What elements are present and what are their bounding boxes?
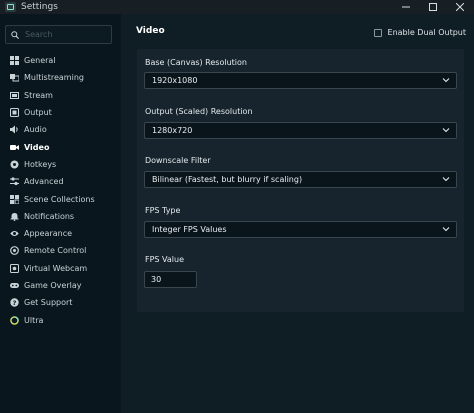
dual-output-toggle[interactable]: Enable Dual Output xyxy=(373,28,466,37)
output-icon xyxy=(10,108,19,118)
video-settings-card: Base (Canvas) Resolution 1920x1080 Outpu… xyxy=(137,49,464,312)
sidebar-item-scene-collections[interactable]: Scene Collections xyxy=(0,190,121,207)
base-resolution-select[interactable]: 1920x1080 xyxy=(144,72,457,89)
ultra-icon xyxy=(10,315,19,325)
sidebar-item-virtual-webcam[interactable]: Virtual Webcam xyxy=(0,260,121,277)
downscale-filter-select[interactable]: Bilinear (Fastest, but blurry if scaling… xyxy=(144,171,457,188)
search-input[interactable] xyxy=(25,30,105,39)
sidebar-item-label: Scene Collections xyxy=(24,194,95,204)
sidebar-item-label: Output xyxy=(24,108,52,118)
fps-type-label: FPS Type xyxy=(145,206,181,215)
sidebar-item-label: Audio xyxy=(24,125,47,135)
fps-value-label: FPS Value xyxy=(145,255,185,264)
title-bar: Settings xyxy=(0,0,474,14)
close-button[interactable] xyxy=(450,0,470,14)
maximize-button[interactable] xyxy=(423,0,443,14)
webcam-icon xyxy=(10,263,19,273)
chevron-down-icon xyxy=(442,77,450,83)
sidebar-item-label: Appearance xyxy=(24,229,73,239)
sidebar-item-label: Ultra xyxy=(24,315,44,325)
sidebar-item-label: Multistreaming xyxy=(24,73,84,83)
fps-value-input[interactable]: 30 xyxy=(144,271,197,288)
settings-sidebar: General Multistreaming Stream Output Aud… xyxy=(0,14,121,413)
sidebar-item-label: Video xyxy=(24,142,50,152)
output-resolution-select[interactable]: 1280x720 xyxy=(144,122,457,139)
sidebar-item-general[interactable]: General xyxy=(0,52,121,69)
collections-icon xyxy=(10,194,19,204)
dual-output-label: Enable Dual Output xyxy=(387,28,466,37)
base-resolution-label: Base (Canvas) Resolution xyxy=(145,58,247,67)
keyboard-icon xyxy=(10,160,19,169)
output-resolution-value: 1280x720 xyxy=(152,126,193,135)
sidebar-item-appearance[interactable]: Appearance xyxy=(0,225,121,242)
sidebar-item-stream[interactable]: Stream xyxy=(0,87,121,104)
sidebar-item-remote-control[interactable]: Remote Control xyxy=(0,242,121,259)
sidebar-item-notifications[interactable]: Notifications xyxy=(0,208,121,225)
video-settings-panel: Video Enable Dual Output Base (Canvas) R… xyxy=(121,14,474,413)
settings-window: Settings General Multistreaming xyxy=(0,0,474,413)
sidebar-item-game-overlay[interactable]: Game Overlay xyxy=(0,277,121,294)
window-title: Settings xyxy=(21,2,58,12)
downscale-filter-value: Bilinear (Fastest, but blurry if scaling… xyxy=(152,175,303,184)
sidebar-item-label: Advanced xyxy=(24,177,64,187)
minimize-icon xyxy=(402,6,410,8)
dual-output-checkbox[interactable] xyxy=(373,28,382,37)
base-resolution-value: 1920x1080 xyxy=(152,76,198,85)
sidebar-item-label: Stream xyxy=(24,90,53,100)
chevron-down-icon xyxy=(442,226,450,232)
bell-icon xyxy=(10,212,19,221)
multistream-icon xyxy=(10,73,19,82)
minimize-button[interactable] xyxy=(396,0,416,14)
sidebar-item-ultra[interactable]: Ultra xyxy=(0,311,121,328)
sidebar-item-output[interactable]: Output xyxy=(0,104,121,121)
fps-type-value: Integer FPS Values xyxy=(152,225,227,234)
sidebar-item-label: Remote Control xyxy=(24,246,87,256)
sidebar-item-label: Notifications xyxy=(24,211,75,221)
sidebar-item-hotkeys[interactable]: Hotkeys xyxy=(0,156,121,173)
search-icon xyxy=(11,30,19,39)
downscale-filter-label: Downscale Filter xyxy=(145,156,211,165)
help-icon: ? xyxy=(10,298,19,307)
remote-icon xyxy=(10,246,19,256)
search-box[interactable] xyxy=(5,25,112,44)
sidebar-item-audio[interactable]: Audio xyxy=(0,121,121,138)
sidebar-item-advanced[interactable]: Advanced xyxy=(0,173,121,190)
sidebar-item-label: Game Overlay xyxy=(24,281,82,290)
chevron-down-icon xyxy=(442,176,450,182)
sidebar-item-label: General xyxy=(24,56,56,66)
maximize-icon xyxy=(429,3,437,11)
fps-type-select[interactable]: Integer FPS Values xyxy=(144,221,457,238)
sidebar-item-get-support[interactable]: ? Get Support xyxy=(0,294,121,311)
page-title: Video xyxy=(136,26,165,36)
fps-value-text: 30 xyxy=(151,275,162,284)
sidebar-item-label: Hotkeys xyxy=(24,159,57,169)
sidebar-item-label: Virtual Webcam xyxy=(24,263,88,273)
sidebar-item-multistreaming[interactable]: Multistreaming xyxy=(0,69,121,86)
chevron-down-icon xyxy=(442,127,450,133)
svg-text:?: ? xyxy=(13,299,17,307)
sidebar-item-video[interactable]: Video xyxy=(0,138,121,155)
stream-icon xyxy=(10,91,19,100)
speaker-icon xyxy=(10,125,19,134)
sidebar-item-label: Get Support xyxy=(24,298,73,308)
grid-icon xyxy=(10,56,19,66)
overlay-icon xyxy=(10,281,19,290)
camera-icon xyxy=(10,143,19,152)
settings-nav: General Multistreaming Stream Output Aud… xyxy=(0,52,121,329)
app-logo-icon xyxy=(5,2,16,12)
output-resolution-label: Output (Scaled) Resolution xyxy=(145,107,253,116)
sliders-icon xyxy=(10,177,19,186)
eye-icon xyxy=(10,229,19,238)
close-icon xyxy=(456,3,464,11)
